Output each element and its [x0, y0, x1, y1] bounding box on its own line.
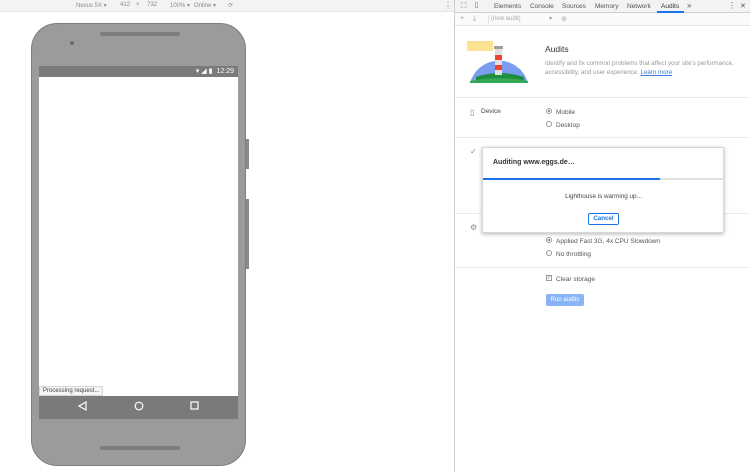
device-option-mobile[interactable]: Mobile [546, 108, 576, 116]
audits-description-text: Identify and fix common problems that af… [545, 60, 734, 76]
checkbox[interactable]: ✓ [546, 275, 552, 282]
phone-speaker [100, 32, 180, 36]
option-label: Mobile [556, 109, 576, 116]
device-toolbar: Nexus 5X ▾ 412 × 732 100% ▾ Online ▾ ⟳ ⋮ [0, 0, 454, 12]
option-label: Desktop [556, 122, 580, 129]
height-input[interactable]: 732 [147, 2, 157, 8]
cancel-button[interactable]: Cancel [588, 213, 619, 225]
audits-toolbar: + ⤓ (new audit) ▾ ⊘ [455, 13, 750, 26]
throttling-option-fast3g[interactable]: Applied Fast 3G, 4x CPU Slowdown [546, 237, 661, 245]
audits-header: Audits Identify and fix common problems … [455, 28, 750, 98]
wifi-icon: ▾ [195, 68, 200, 75]
device-label: Device [481, 108, 501, 115]
phone-nav-bar [39, 396, 238, 419]
rotate-icon[interactable]: ⟳ [228, 2, 233, 9]
device-select[interactable]: Nexus 5X ▾ [76, 2, 107, 9]
network-select[interactable]: Online ▾ [194, 2, 216, 9]
option-label: Clear storage [556, 276, 596, 283]
phone-volume-button [246, 199, 249, 269]
inspect-element-icon[interactable]: ⬚ [459, 2, 468, 10]
progress-bar [483, 178, 725, 180]
phone-screen[interactable] [39, 77, 238, 396]
progress-fill [483, 178, 660, 180]
tab-sources[interactable]: Sources [562, 3, 586, 10]
dimension-separator: × [136, 2, 140, 8]
back-icon[interactable] [76, 400, 89, 414]
dialog-title: Auditing www.eggs.de… [493, 159, 575, 166]
dialog-message: Lighthouse is warming up… [565, 193, 643, 200]
phone-camera [70, 41, 74, 45]
gear-icon: ⚙ [470, 223, 478, 232]
device-section: ▯ Device Mobile Desktop [455, 98, 750, 138]
audit-report-select[interactable]: (new audit) ▾ [488, 15, 554, 24]
audit-select-value: (new audit) [491, 16, 521, 22]
radio-button[interactable] [546, 237, 552, 244]
devtools-tab-bar: ⬚ ▯ Elements Console Sources Memory Netw… [455, 0, 750, 13]
emulator-menu-icon[interactable]: ⋮ [444, 1, 452, 10]
phone-status-bar: ▾ ◢ ▮ 12:29 [39, 66, 238, 77]
width-input[interactable]: 412 [120, 2, 130, 8]
audit-progress-dialog: Auditing www.eggs.de… Lighthouse is warm… [482, 147, 725, 233]
run-audits-button[interactable]: Run audits [546, 294, 584, 306]
chevron-down-icon: ▾ [548, 16, 552, 22]
device-toolbar-icon[interactable]: ▯ [472, 2, 481, 10]
more-tabs-icon[interactable]: » [687, 1, 691, 10]
tab-network[interactable]: Network [627, 3, 651, 10]
clear-storage-option[interactable]: ✓ Clear storage [546, 275, 596, 283]
radio-button[interactable] [546, 121, 552, 128]
throttling-option-none[interactable]: No throttling [546, 250, 592, 258]
radio-button[interactable] [546, 108, 552, 115]
devtools-panel: ⬚ ▯ Elements Console Sources Memory Netw… [454, 0, 750, 472]
battery-icon: ▮ [208, 68, 213, 75]
tab-memory[interactable]: Memory [595, 3, 618, 10]
device-icon: ▯ [470, 108, 475, 117]
device-option-desktop[interactable]: Desktop [546, 121, 580, 129]
devtools-menu-icon[interactable]: ⋮ [728, 1, 736, 10]
phone-speaker-bottom [100, 446, 180, 450]
tab-audits[interactable]: Audits [661, 3, 679, 10]
page-title: Audits [545, 44, 569, 54]
tab-elements[interactable]: Elements [494, 3, 521, 10]
phone-power-button [246, 139, 249, 169]
add-audit-icon[interactable]: + [460, 15, 464, 22]
signal-icon: ◢ [201, 68, 207, 75]
checkmark-icon: ✓ [470, 147, 477, 156]
recents-icon[interactable] [188, 401, 201, 414]
download-report-icon[interactable]: ⤓ [473, 15, 476, 23]
close-icon[interactable]: ✕ [740, 2, 746, 10]
emulator-panel: Nexus 5X ▾ 412 × 732 100% ▾ Online ▾ ⟳ ⋮… [0, 0, 454, 472]
clear-icon[interactable]: ⊘ [561, 15, 567, 23]
option-label: No throttling [556, 251, 592, 258]
status-time: 12:29 [216, 68, 234, 75]
radio-button[interactable] [546, 250, 552, 257]
tab-console[interactable]: Console [530, 3, 554, 10]
zoom-select[interactable]: 100% ▾ [170, 2, 190, 9]
processing-indicator: Processing request... [39, 386, 104, 396]
learn-more-link[interactable]: Learn more [641, 69, 673, 76]
audits-description: Identify and fix common problems that af… [545, 59, 745, 77]
option-label: Applied Fast 3G, 4x CPU Slowdown [556, 238, 661, 245]
home-icon[interactable] [132, 401, 145, 414]
lighthouse-logo [466, 39, 532, 83]
